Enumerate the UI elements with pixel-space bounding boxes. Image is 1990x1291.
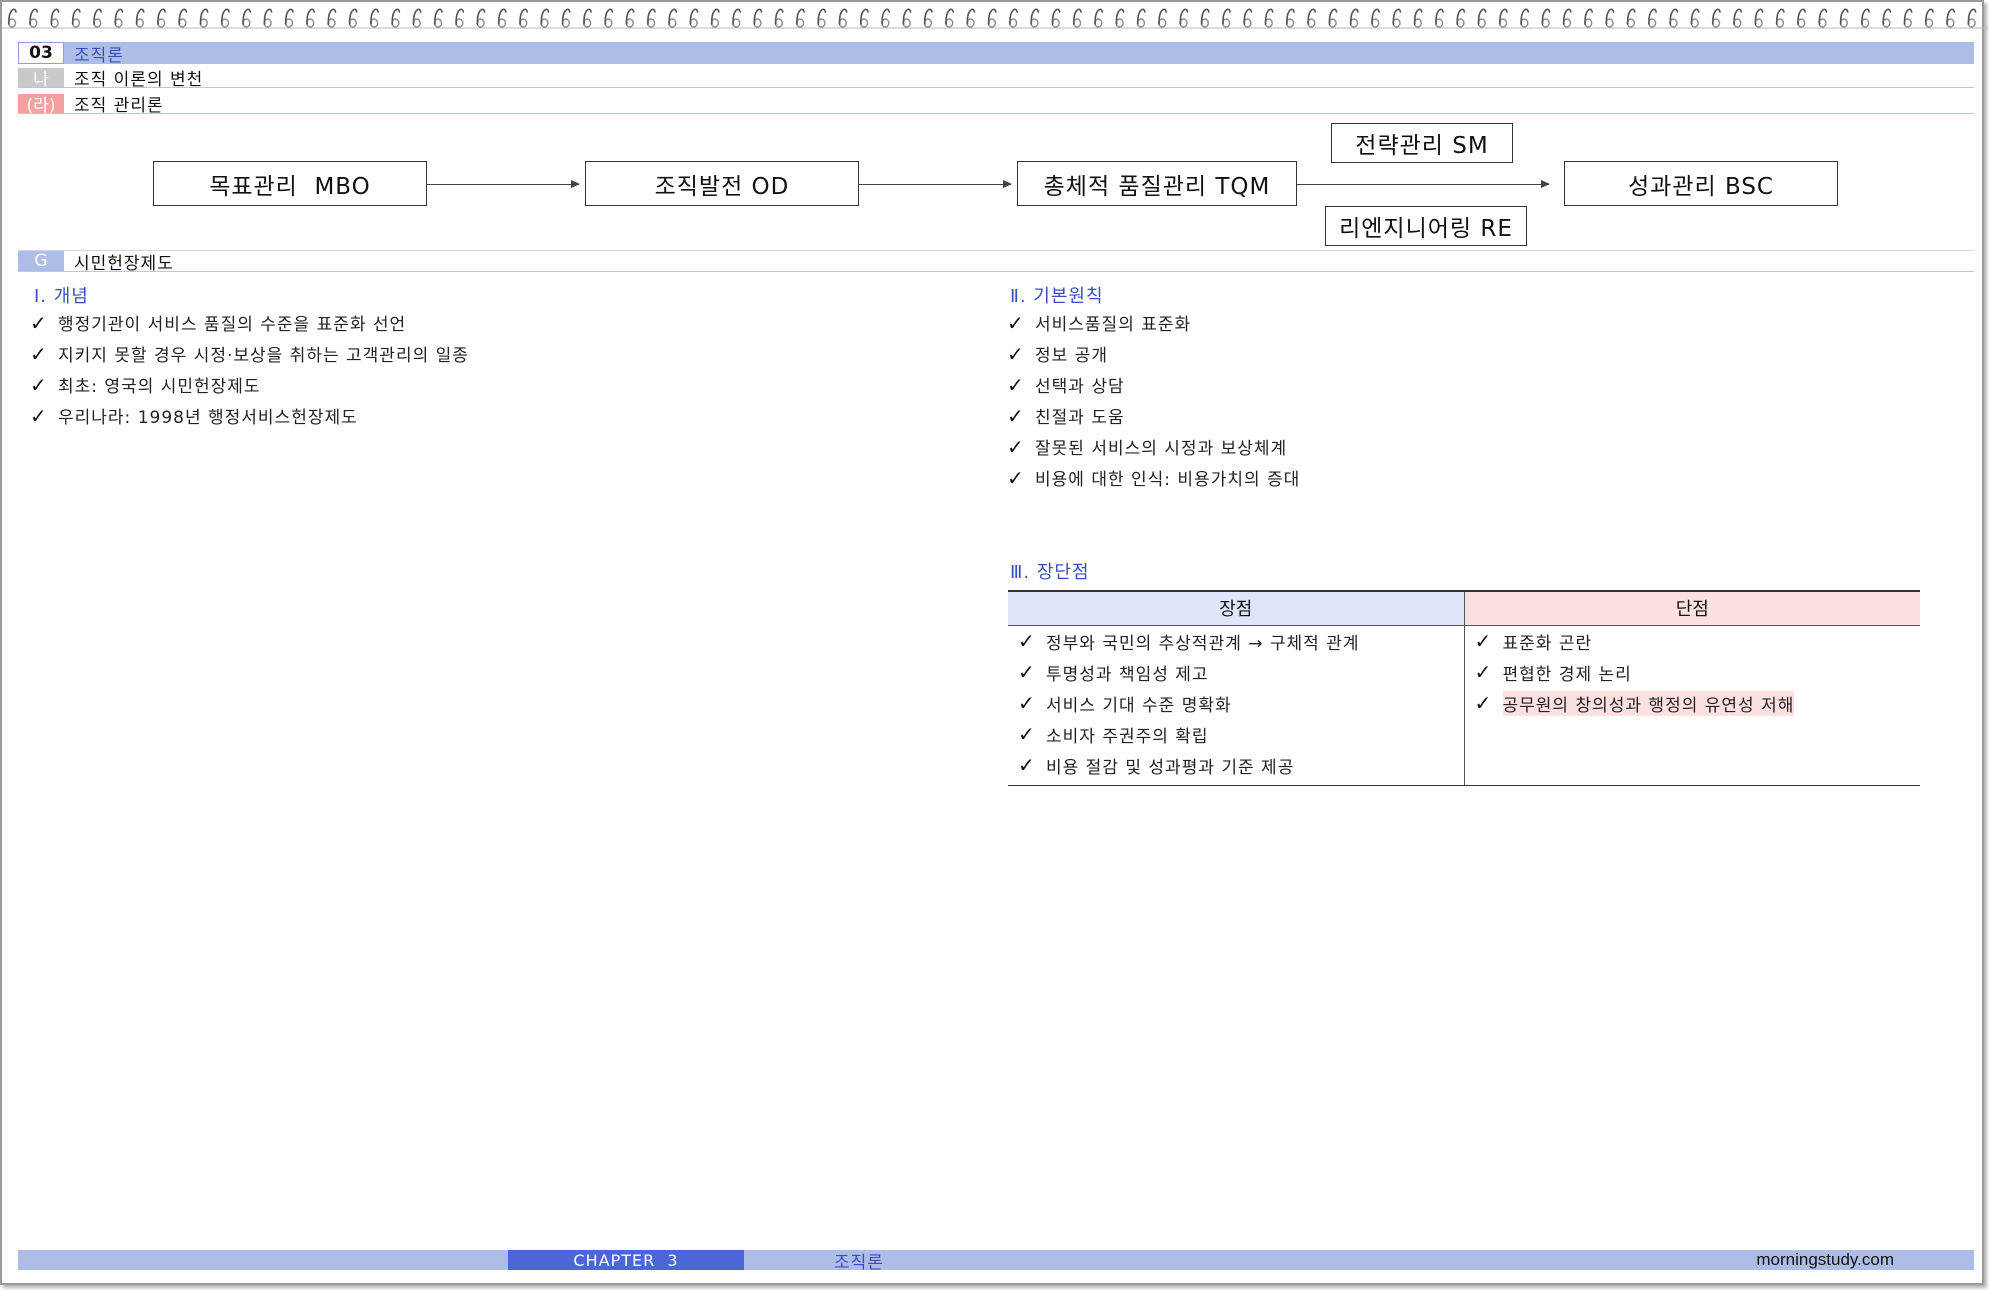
check-icon: ✓ [1018,660,1036,684]
spiral-binding [2,2,1988,32]
check-icon: ✓ [1474,660,1493,684]
list-item: ✓ 비용 절감 및 성과평과 기준 제공 [1018,753,1295,778]
subsection-title: 조직 관리론 [74,96,164,116]
pros-header: 장점 [1008,590,1465,626]
list-item: ✓ 친절과 도움 [1007,403,1125,429]
flow-arrow-2 [859,180,1012,188]
check-icon: ✓ [1007,434,1025,459]
footer-site: morningstudy.com [1756,1250,1894,1269]
section-g-tag: G [18,251,64,271]
subsection-tag: (라) [18,94,64,116]
chapter-number: 03 [18,42,64,64]
check-icon: ✓ [1474,691,1493,715]
check-icon: ✓ [30,310,48,335]
list-item: ✓ 우리나라: 1998년 행정서비스헌장제도 [30,403,358,429]
section-tag: 나 [18,68,64,90]
pros-cell: ✓ 정부와 국민의 추상적관계 → 구체적 관계 ✓ 투명성과 책임성 제고 ✓ 서비… [1008,625,1465,786]
list-item: ✓ 서비스 기대 수준 명확화 [1018,691,1232,716]
list-item: ✓ 편협한 경제 논리 [1474,660,1632,685]
list-item: ✓ 표준화 곤란 [1474,629,1593,654]
proscons-table: 장점 단점 ✓ 정부와 국민의 추상적관계 → 구체적 관계 ✓ 투명성과 책임성 … [1008,590,1920,786]
spiral-rings-icon [2,8,1988,29]
check-icon: ✓ [1018,753,1036,777]
list-item: ✓ 서비스품질의 표준화 [1007,310,1192,336]
check-icon: ✓ [30,372,48,397]
proscons-title: Ⅲ. 장단점 [1010,562,1090,583]
list-item: ✓ 행정기관이 서비스 품질의 수준을 표준화 선언 [30,310,407,336]
check-icon: ✓ [1007,403,1025,428]
footer-chapter: CHAPTER 3 [508,1250,744,1270]
check-icon: ✓ [1018,722,1036,746]
flow-box-sm: 전략관리 SM [1331,123,1513,163]
check-icon: ✓ [1007,341,1025,366]
list-item: ✓ 지키지 못할 경우 시정·보상을 취하는 고객관리의 일종 [30,341,469,367]
chapter-title: 조직론 [74,45,124,66]
flow-box-bsc: 성과관리 BSC [1564,161,1838,206]
section-g-header: G 시민헌장제도 [18,250,1974,274]
check-icon: ✓ [1018,629,1036,653]
principles-title: Ⅱ. 기본원칙 [1010,286,1104,307]
concept-title: Ⅰ. 개념 [34,286,89,307]
check-icon: ✓ [30,341,48,366]
flow-arrow-1 [427,180,580,188]
check-icon: ✓ [1007,372,1025,397]
list-item: ✓ 잘못된 서비스의 시정과 보상체계 [1007,434,1288,460]
concept-list: ✓ 행정기관이 서비스 품질의 수준을 표준화 선언 ✓ 지키지 못할 경우 시정·… [30,307,469,431]
section-header: 나 조직 이론의 변천 [18,68,1974,90]
flow-box-tqm: 총체적 품질관리 TQM [1017,161,1297,206]
list-item: ✓ 소비자 주권주의 확립 [1018,722,1209,747]
cons-cell: ✓ 표준화 곤란 ✓ 편협한 경제 논리 ✓ 공무원의 창의성과 행정의 유연성 저해 [1464,625,1921,786]
flow-box-mbo: 목표관리 MBO [153,161,427,206]
footer-title: 조직론 [834,1252,884,1273]
cons-header: 단점 [1464,590,1920,626]
footer-bar: CHAPTER 3 조직론 morningstudy.com [18,1250,1974,1273]
chapter-header: 03 조직론 [18,42,1974,66]
check-icon: ✓ [1007,310,1025,335]
check-icon: ✓ [1007,465,1025,490]
check-icon: ✓ [1474,629,1493,653]
list-item: ✓ 정보 공개 [1007,341,1108,367]
highlighted-text: 공무원의 창의성과 행정의 유연성 저해 [1502,690,1795,716]
subsection-header: (라) 조직 관리론 [18,94,1974,116]
list-item: ✓ 공무원의 창의성과 행정의 유연성 저해 [1475,688,1921,719]
flow-box-re: 리엔지니어링 RE [1325,206,1527,246]
check-icon: ✓ [30,403,48,428]
check-icon: ✓ [1018,691,1036,715]
section-title: 조직 이론의 변천 [74,70,204,90]
flow-box-od: 조직발전 OD [585,161,859,206]
principles-list: ✓ 서비스품질의 표준화 ✓ 정보 공개 ✓ 선택과 상담 ✓ 친절과 도움 ✓ 잘못된 … [1007,307,1300,493]
section-g-title: 시민헌장제도 [74,253,174,274]
page: 03 조직론 나 조직 이론의 변천 (라) 조직 관리론 목표관리 MBO 조… [0,0,1988,1285]
list-item: ✓ 최초: 영국의 시민헌장제도 [30,372,261,398]
list-item: ✓ 투명성과 책임성 제고 [1018,660,1209,685]
flow-arrow-3 [1297,180,1550,188]
list-item: ✓ 정부와 국민의 추상적관계 → 구체적 관계 [1018,629,1360,654]
list-item: ✓ 선택과 상담 [1007,372,1125,398]
list-item: ✓ 비용에 대한 인식: 비용가치의 증대 [1007,465,1301,491]
